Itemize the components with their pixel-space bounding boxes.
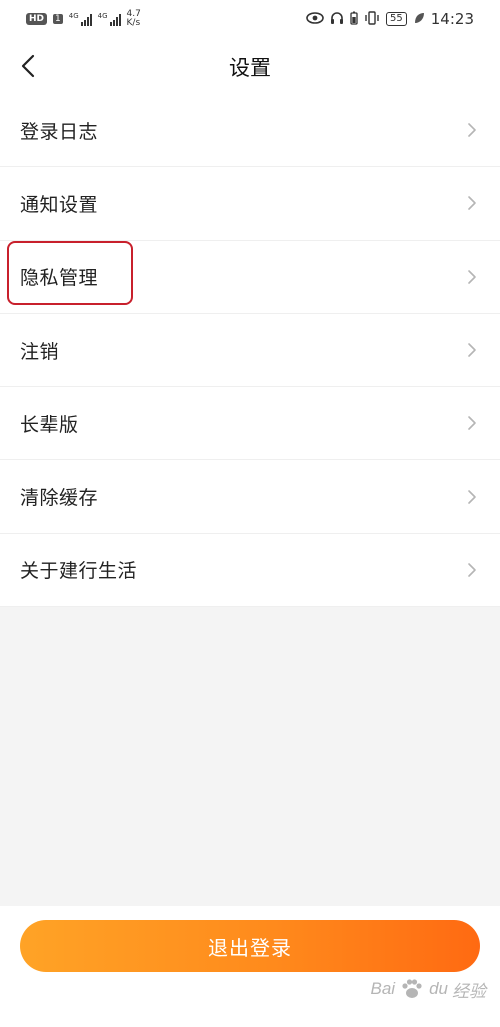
- status-right: 55 14:23: [306, 10, 474, 28]
- vibrate-icon: [364, 10, 380, 28]
- settings-item-label: 注销: [20, 340, 60, 363]
- status-left: HD 1 4G 4G 4.7 K/s: [26, 10, 141, 28]
- settings-item-label: 长辈版: [20, 413, 79, 436]
- settings-item-privacy[interactable]: 隐私管理: [0, 241, 500, 314]
- nav-header: 设置: [0, 38, 500, 94]
- signal-icon-2: 4G: [98, 12, 121, 26]
- chevron-right-icon: [468, 269, 476, 284]
- settings-item-label: 关于建行生活: [20, 560, 138, 583]
- settings-item-label: 隐私管理: [20, 267, 99, 290]
- settings-item-deactivate[interactable]: 注销: [0, 314, 500, 388]
- chevron-right-icon: [468, 196, 476, 211]
- settings-item-elder-mode[interactable]: 长辈版: [0, 387, 500, 461]
- watermark-brand-left: Bai: [370, 979, 396, 998]
- network-type: 4G: [68, 12, 79, 20]
- network-type-2: 4G: [97, 12, 108, 20]
- settings-item-label: 通知设置: [20, 193, 99, 216]
- hd-badge: HD: [26, 13, 48, 25]
- settings-item-clear-cache[interactable]: 清除缓存: [0, 460, 500, 534]
- chevron-right-icon: [468, 563, 476, 577]
- headphones-icon: [330, 11, 344, 28]
- watermark-suffix: 经验: [452, 981, 486, 1001]
- paw-icon: [402, 979, 422, 998]
- status-bar: HD 1 4G 4G 4.7 K/s 55 14:23: [0, 0, 500, 38]
- logout-button[interactable]: 退出登录: [20, 920, 480, 972]
- battery-small-icon: [350, 11, 358, 28]
- chevron-right-icon: [468, 489, 476, 504]
- settings-list: 登录日志 通知设置 隐私管理 注销 长辈版 清除缓存 关于建行生活: [0, 94, 500, 608]
- page-title: 设置: [229, 56, 271, 80]
- settings-item-login-log[interactable]: 登录日志: [0, 94, 500, 168]
- eye-icon: [306, 11, 324, 27]
- sim-badge: 1: [53, 14, 63, 24]
- watermark-brand-right: du: [429, 979, 448, 998]
- network-speed: 4.7 K/s: [127, 10, 141, 28]
- chevron-right-icon: [468, 343, 476, 357]
- signal-icon: 4G: [69, 12, 92, 26]
- chevron-right-icon: [468, 416, 476, 431]
- network-speed-unit: K/s: [126, 18, 141, 28]
- battery-icon: 55: [386, 12, 407, 26]
- leaf-icon: [413, 12, 425, 27]
- settings-item-notification[interactable]: 通知设置: [0, 167, 500, 241]
- baidu-watermark: Bai du 经验: [371, 976, 487, 1002]
- chevron-right-icon: [468, 123, 476, 137]
- settings-item-label: 清除缓存: [20, 487, 99, 510]
- bottom-area: 退出登录 Bai du 经验: [0, 906, 500, 1027]
- settings-item-about[interactable]: 关于建行生活: [0, 534, 500, 608]
- settings-item-label: 登录日志: [20, 120, 99, 143]
- clock: 14:23: [430, 10, 474, 28]
